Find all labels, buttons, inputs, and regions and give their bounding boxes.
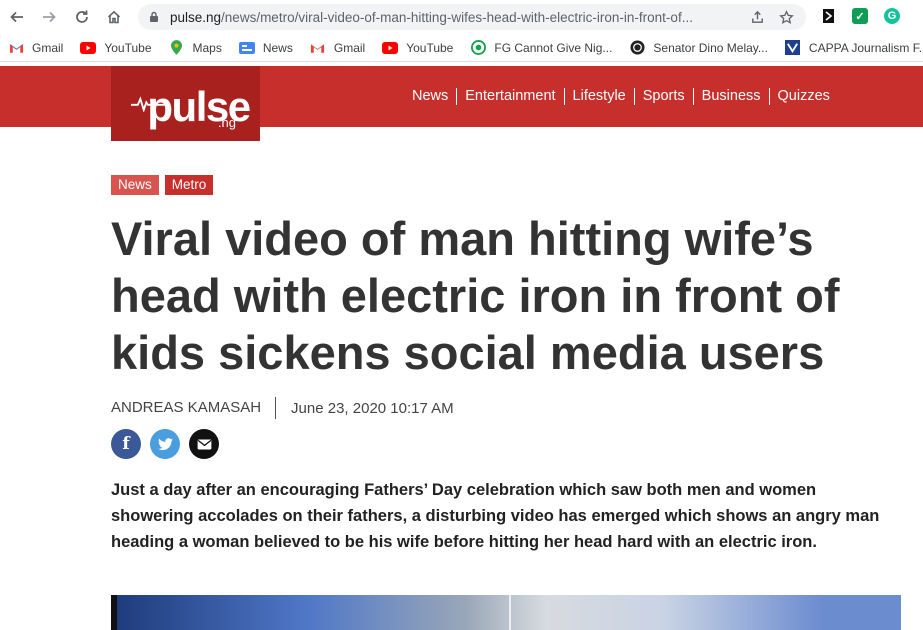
twitter-share-button[interactable]	[150, 429, 180, 459]
maps-icon	[169, 40, 185, 56]
byline: ANDREAS KAMASAH June 23, 2020 10:17 AM	[111, 397, 454, 419]
article-lede: Just a day after an encouraging Fathers’…	[111, 481, 880, 551]
share-page-icon[interactable]	[750, 10, 765, 25]
gmail-icon	[310, 40, 326, 56]
article-video-thumbnail[interactable]	[111, 595, 901, 630]
bookmark-senator[interactable]: Senator Dino Melay...	[629, 40, 768, 56]
nav-quizzes[interactable]: Quizzes	[768, 88, 838, 105]
youtube-icon	[382, 40, 399, 56]
back-button[interactable]	[4, 4, 30, 30]
extension-check-icon[interactable]: ✓	[852, 8, 868, 24]
facebook-share-button[interactable]: f	[111, 429, 141, 459]
publish-date: June 23, 2020 10:17 AM	[291, 399, 454, 417]
author-name[interactable]: ANDREAS KAMASAH	[111, 397, 277, 419]
article-headline: Viral video of man hitting wife’s head w…	[111, 212, 840, 379]
site-icon	[629, 40, 645, 56]
tag-metro[interactable]: Metro	[164, 175, 214, 195]
grammarly-icon	[470, 40, 486, 56]
nav-entertainment[interactable]: Entertainment	[456, 88, 563, 105]
bookmark-site-icon	[785, 40, 801, 56]
twitter-icon	[157, 437, 173, 450]
nav-news[interactable]: News	[404, 88, 456, 105]
star-icon[interactable]	[779, 9, 794, 25]
bookmark-cappa[interactable]: CAPPA Journalism F...	[785, 40, 923, 56]
home-icon	[107, 10, 121, 24]
pulse-heartbeat-icon	[131, 96, 165, 112]
lock-icon	[150, 11, 158, 22]
reload-icon	[76, 10, 88, 23]
forward-button[interactable]	[36, 4, 62, 30]
logo-tld: .ng	[217, 115, 236, 130]
reload-button[interactable]	[69, 4, 95, 30]
email-share-button[interactable]	[189, 429, 219, 459]
site-nav: News Entertainment Lifestyle Sports Busi…	[404, 66, 838, 127]
nav-business[interactable]: Business	[692, 88, 769, 105]
google-news-icon	[238, 40, 255, 56]
nav-lifestyle[interactable]: Lifestyle	[563, 88, 634, 105]
grammarly-extension-icon[interactable]: G	[884, 8, 900, 24]
envelope-icon	[197, 438, 211, 450]
bookmarks-bar: Gmail YouTube Maps News Gmail YouTube FG…	[0, 34, 923, 62]
bookmark-gmail[interactable]: Gmail	[8, 40, 63, 56]
pulse-logo[interactable]: pulse .ng	[111, 66, 260, 141]
gmail-icon	[8, 40, 24, 56]
youtube-icon	[80, 40, 97, 56]
arrow-left-icon	[10, 11, 23, 23]
extension-notepad-icon[interactable]	[821, 8, 837, 24]
url-host: pulse.ng	[170, 9, 222, 25]
bookmark-maps[interactable]: Maps	[169, 40, 222, 56]
home-button[interactable]	[101, 4, 127, 30]
bookmark-youtube[interactable]: YouTube	[80, 40, 152, 56]
tag-news[interactable]: News	[111, 175, 159, 195]
browser-toolbar: pulse.ng/news/metro/viral-video-of-man-h…	[0, 0, 923, 34]
share-buttons: f	[111, 429, 219, 459]
nav-sports[interactable]: Sports	[633, 88, 693, 105]
arrow-right-icon	[43, 11, 56, 23]
bookmark-gmail-2[interactable]: Gmail	[310, 40, 365, 56]
article-tags: News Metro	[111, 175, 214, 195]
url-path: /news/metro/viral-video-of-man-hitting-w…	[221, 9, 693, 25]
bookmark-news[interactable]: News	[238, 40, 293, 56]
url-text: pulse.ng/news/metro/viral-video-of-man-h…	[170, 10, 742, 25]
facebook-icon: f	[122, 434, 130, 454]
address-bar[interactable]: pulse.ng/news/metro/viral-video-of-man-h…	[138, 4, 806, 30]
bookmark-youtube-2[interactable]: YouTube	[382, 40, 453, 56]
bookmark-fg[interactable]: FG Cannot Give Nig...	[470, 40, 612, 56]
